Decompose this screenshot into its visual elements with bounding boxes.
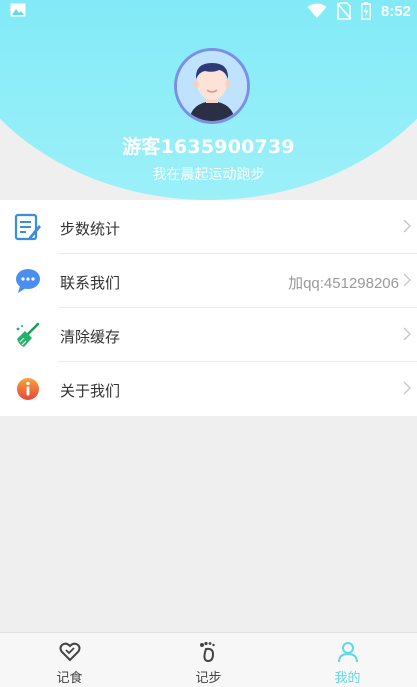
tab-label: 记食 <box>56 671 83 686</box>
tab-label: 记步 <box>195 671 222 686</box>
chat-bubble-icon <box>16 269 40 293</box>
menu-item-about-us[interactable]: 关于我们 <box>0 362 417 416</box>
chevron-right-icon <box>403 273 411 287</box>
broom-icon <box>16 322 40 347</box>
info-icon <box>17 378 39 400</box>
avatar[interactable] <box>174 48 250 124</box>
menu-item-clear-cache[interactable]: 清除缓存 <box>0 308 417 362</box>
avatar-face-icon <box>177 51 247 121</box>
heart-icon <box>59 642 80 662</box>
battery-icon <box>361 2 371 20</box>
profile-motto: 我在晨起运动跑步 <box>152 167 265 183</box>
bottom-tab-bar: 记食 记步 我的 <box>0 632 417 687</box>
no-sim-icon <box>336 2 351 20</box>
wifi-icon <box>307 3 327 18</box>
footprint-icon <box>199 641 215 663</box>
tab-step-log[interactable]: 记步 <box>139 633 278 687</box>
menu-item-label: 清除缓存 <box>60 328 121 346</box>
chevron-right-icon <box>403 219 411 233</box>
chevron-right-icon <box>403 381 411 395</box>
image-icon <box>10 3 26 17</box>
person-icon <box>337 642 358 663</box>
status-bar: 8:52 <box>0 0 417 24</box>
profile-header: 游客1635900739 我在晨起运动跑步 <box>0 0 417 200</box>
chevron-right-icon <box>403 327 411 341</box>
menu-item-extra: 加qq:451298206 <box>288 275 399 292</box>
status-time: 8:52 <box>380 2 411 20</box>
username: 游客1635900739 <box>122 136 295 158</box>
menu-item-label: 联系我们 <box>60 274 121 292</box>
menu-item-label: 关于我们 <box>60 382 121 400</box>
menu-item-label: 步数统计 <box>60 220 121 238</box>
notepad-edit-icon <box>14 213 41 241</box>
tab-food-log[interactable]: 记食 <box>0 633 139 687</box>
tab-label: 我的 <box>334 671 361 686</box>
tab-mine[interactable]: 我的 <box>278 633 417 687</box>
settings-menu: 步数统计 联系我们 加qq:451298206 清除缓存 关于我们 <box>0 200 417 416</box>
menu-item-step-stats[interactable]: 步数统计 <box>0 200 417 254</box>
menu-item-contact-us[interactable]: 联系我们 加qq:451298206 <box>0 254 417 308</box>
